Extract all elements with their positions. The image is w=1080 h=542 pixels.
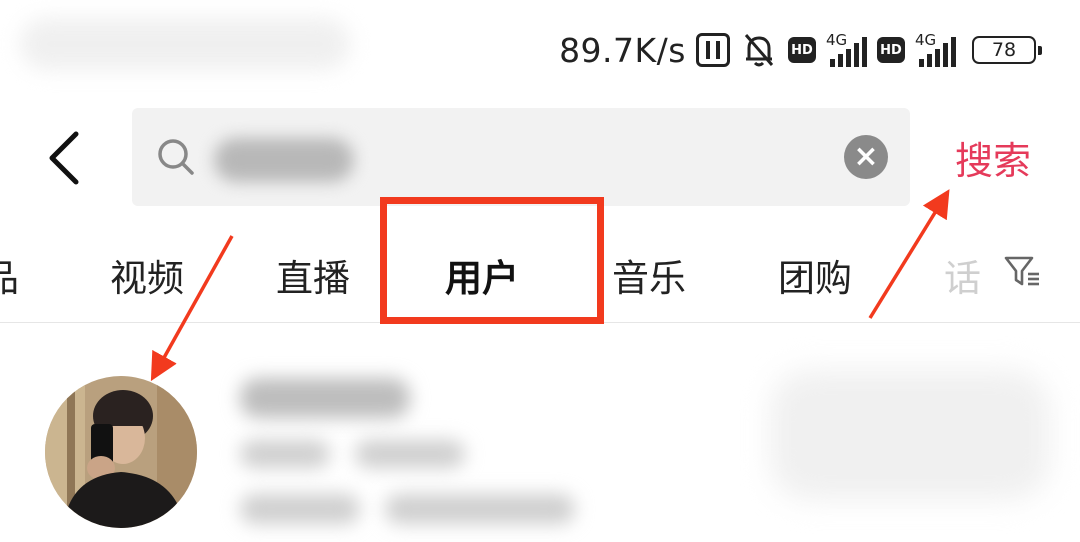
search-input[interactable]: × (132, 108, 910, 206)
tab-group-buy[interactable]: 团购 (778, 248, 852, 302)
nfc-icon (696, 33, 730, 67)
user-info-blurred (240, 440, 330, 468)
user-info-blurred (355, 440, 465, 468)
status-bar-blurred-area (20, 18, 350, 70)
annotation-highlight-box (380, 197, 604, 324)
tab-videos[interactable]: 视频 (110, 248, 184, 302)
network-speed: 89.7K/s (559, 30, 686, 70)
status-bar: 89.7K/s HD 4G HD 4G 78 (559, 24, 1042, 76)
network-type-label: 4G (915, 31, 937, 49)
tab-live[interactable]: 直播 (276, 248, 350, 302)
search-button[interactable]: 搜索 (955, 130, 1031, 185)
avatar[interactable] (45, 376, 197, 528)
network-type-label: 4G (826, 31, 848, 49)
signal-strength-icon: 4G (915, 31, 956, 67)
hd-badge: HD (877, 37, 905, 63)
user-stats-blurred (385, 494, 575, 524)
battery-indicator: 78 (972, 36, 1042, 64)
search-icon (156, 137, 196, 181)
back-arrow-icon[interactable] (44, 130, 84, 186)
follow-button-blurred (770, 370, 1050, 500)
hd-badge: HD (788, 37, 816, 63)
filter-icon[interactable] (1002, 252, 1042, 296)
search-query-blurred (214, 138, 354, 182)
bell-off-icon (740, 31, 778, 69)
clear-icon[interactable]: × (844, 135, 888, 179)
tab-topics[interactable]: 话 (944, 248, 981, 302)
username-blurred (240, 378, 410, 418)
user-stats-blurred (240, 494, 360, 524)
signal-strength-icon: 4G (826, 31, 867, 67)
tab-products[interactable]: 品 (0, 248, 19, 302)
tab-music[interactable]: 音乐 (612, 248, 686, 302)
